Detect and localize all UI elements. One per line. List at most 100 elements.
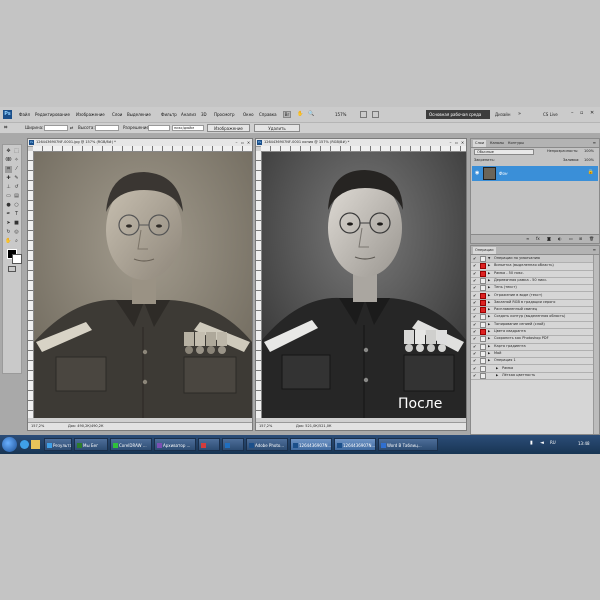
path-selection-tool-icon[interactable]: ➤ — [5, 220, 12, 227]
quick-launch-folder-icon[interactable] — [31, 440, 40, 449]
lasso-tool-icon[interactable]: ↂ — [5, 157, 12, 164]
width-input[interactable] — [44, 125, 68, 131]
expand-right-icon[interactable]: ▶ — [488, 262, 490, 269]
layer-style-icon[interactable]: fx — [536, 236, 540, 241]
hand-tool-icon[interactable]: ✋ — [5, 238, 12, 245]
taskbar-button[interactable] — [198, 438, 220, 451]
height-input[interactable] — [95, 125, 119, 131]
tab-layers[interactable]: Слои — [473, 140, 487, 147]
action-dialog-toggle-icon[interactable] — [480, 329, 486, 335]
menu-file[interactable]: Файл — [19, 112, 30, 117]
taskbar-button[interactable]: Результат по... — [44, 438, 72, 451]
menu-image[interactable]: Изображение — [76, 112, 105, 117]
bridge-button[interactable]: Br — [283, 111, 291, 118]
action-toggle-check-icon[interactable]: ✔ — [473, 314, 477, 319]
restore-icon[interactable]: ▫ — [454, 140, 459, 145]
action-toggle-check-icon[interactable]: ✔ — [473, 373, 477, 378]
action-toggle-check-icon[interactable]: ✔ — [473, 271, 477, 276]
close-icon[interactable]: ✕ — [246, 140, 251, 145]
history-brush-tool-icon[interactable]: ↺ — [13, 184, 20, 191]
expand-right-icon[interactable]: ▶ — [488, 299, 490, 306]
minimize-icon[interactable]: – — [571, 110, 574, 116]
expand-right-icon[interactable]: ▶ — [488, 350, 490, 357]
dodge-tool-icon[interactable]: ○ — [13, 202, 20, 209]
action-toggle-check-icon[interactable]: ✔ — [473, 322, 477, 327]
restore-icon[interactable]: ▫ — [580, 110, 583, 116]
action-dialog-toggle-icon[interactable] — [480, 263, 486, 270]
action-dialog-toggle-icon[interactable] — [480, 365, 486, 372]
action-dialog-toggle-icon[interactable] — [480, 350, 486, 357]
taskbar-button[interactable]: 1264436907N... — [290, 438, 332, 451]
clear-button[interactable]: Удалить — [254, 124, 300, 132]
action-dialog-toggle-icon[interactable] — [480, 336, 486, 343]
taskbar-button[interactable]: Мы Бег — [74, 438, 108, 451]
action-toggle-check-icon[interactable]: ✔ — [473, 344, 477, 349]
action-dialog-toggle-icon[interactable] — [480, 343, 486, 350]
expand-right-icon[interactable]: ▶ — [488, 270, 490, 277]
action-dialog-toggle-icon[interactable] — [480, 314, 486, 321]
expand-right-icon[interactable]: ▶ — [488, 292, 490, 299]
volume-icon[interactable]: ◄ — [540, 440, 544, 446]
action-dialog-toggle-icon[interactable] — [480, 292, 486, 299]
eraser-tool-icon[interactable]: ▭ — [5, 193, 12, 200]
blend-mode-select[interactable]: Обычные — [474, 149, 534, 155]
panel-menu-icon[interactable]: ≡ — [593, 140, 596, 145]
taskbar-button[interactable]: 1264436907N... — [334, 438, 376, 451]
opacity-value[interactable]: 100% — [584, 149, 594, 153]
menu-analysis[interactable]: Анализ — [181, 112, 196, 117]
action-toggle-check-icon[interactable]: ✔ — [473, 263, 477, 268]
action-toggle-check-icon[interactable]: ✔ — [473, 358, 477, 363]
expand-right-icon[interactable]: ▶ — [496, 372, 498, 379]
menu-help[interactable]: Справка — [259, 112, 277, 117]
shape-tool-icon[interactable]: ■ — [13, 220, 20, 227]
tab-channels[interactable]: Каналы — [488, 140, 506, 147]
taskbar-button[interactable]: CorelDRAW ... — [110, 438, 152, 451]
menu-filter[interactable]: Фильтр — [161, 112, 177, 117]
expand-right-icon[interactable]: ▶ — [488, 306, 490, 313]
swap-icon[interactable]: ⇄ — [70, 125, 73, 130]
arrange-documents-button[interactable] — [360, 111, 367, 118]
tab-actions[interactable]: Операции — [473, 247, 496, 254]
action-toggle-check-icon[interactable]: ✔ — [473, 300, 477, 305]
action-dialog-toggle-icon[interactable] — [480, 321, 486, 328]
blur-tool-icon[interactable]: ● — [5, 202, 12, 209]
crop-tool-icon[interactable]: ⌗ — [4, 124, 12, 132]
menu-select[interactable]: Выделение — [127, 112, 151, 117]
menu-window[interactable]: Окно — [243, 112, 254, 117]
new-group-icon[interactable]: ▭ — [569, 236, 573, 241]
expand-right-icon[interactable]: ▶ — [488, 357, 490, 364]
status-zoom[interactable]: 157,2% — [31, 423, 44, 430]
action-toggle-check-icon[interactable]: ✔ — [473, 285, 477, 290]
eye-icon[interactable]: ◉ — [475, 170, 479, 176]
taskbar-button[interactable]: Word В Таблиц... — [378, 438, 438, 451]
zoom-tool-icon[interactable]: ⌕ — [13, 238, 20, 245]
new-layer-icon[interactable]: ⊞ — [579, 236, 582, 241]
move-tool-icon[interactable]: ✥ — [5, 148, 12, 155]
brush-tool-icon[interactable]: ✎ — [13, 175, 20, 182]
status-zoom[interactable]: 157,2% — [259, 423, 272, 430]
marquee-tool-icon[interactable]: ⬚ — [13, 148, 20, 155]
quick-mask-icon[interactable] — [8, 266, 16, 272]
background-color-swatch[interactable] — [12, 254, 22, 264]
action-toggle-check-icon[interactable]: ✔ — [473, 256, 477, 261]
action-toggle-check-icon[interactable]: ✔ — [473, 278, 477, 283]
fill-value[interactable]: 100% — [584, 158, 594, 162]
hand-tool-button[interactable]: ✋ — [297, 111, 304, 118]
menu-edit[interactable]: Редактирование — [35, 112, 70, 117]
expand-right-icon[interactable]: ▶ — [488, 328, 490, 335]
magic-wand-tool-icon[interactable]: ✧ — [13, 157, 20, 164]
taskbar-button[interactable]: Архиватор ... — [154, 438, 196, 451]
eyedropper-tool-icon[interactable]: ⁄ — [13, 166, 20, 173]
type-tool-icon[interactable]: T — [13, 211, 20, 218]
tab-paths[interactable]: Контуры — [506, 140, 526, 147]
action-dialog-toggle-icon[interactable] — [480, 256, 486, 262]
status-doc-size[interactable]: Док: 490,2К/490,2К — [68, 423, 103, 430]
action-toggle-check-icon[interactable]: ✔ — [473, 366, 477, 371]
status-doc-size[interactable]: Док: 521,0К/521,0К — [296, 423, 331, 430]
keyboard-layout-icon[interactable]: RU — [550, 440, 556, 445]
resolution-input[interactable] — [148, 125, 170, 131]
zoom-tool-button[interactable]: 🔍 — [308, 111, 315, 118]
minimize-icon[interactable]: – — [448, 140, 453, 145]
taskbar-button[interactable]: Adobe Photo... — [246, 438, 288, 451]
expand-down-icon[interactable]: ▼ — [488, 255, 490, 262]
